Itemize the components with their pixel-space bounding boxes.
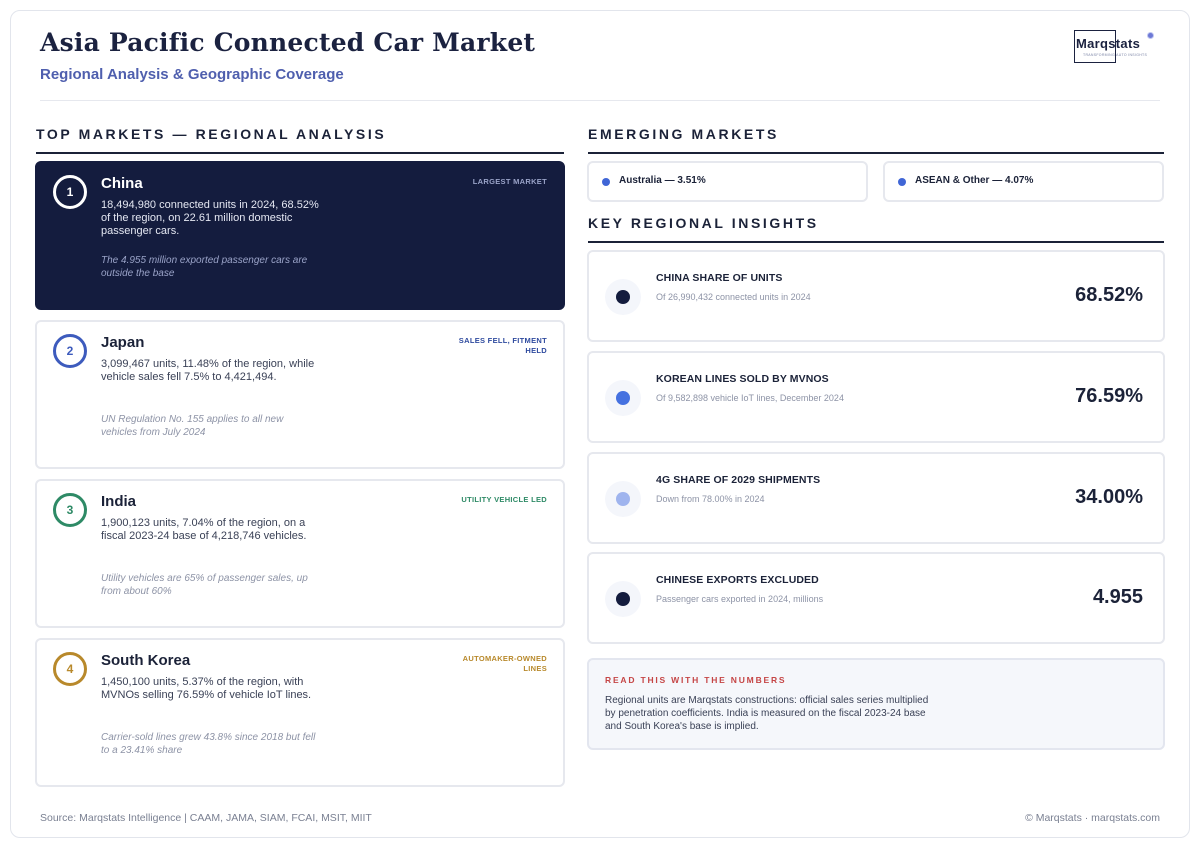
market-description: 1,900,123 units, 7.04% of the region, on… [101, 517, 307, 542]
market-description: 1,450,100 units, 5.37% of the region, wi… [101, 676, 312, 701]
indicator-dot-icon [616, 391, 630, 405]
footer-copyright: © Marqstats · marqstats.com [1025, 812, 1160, 824]
insight-title: CHINA SHARE OF UNITS [656, 272, 783, 284]
market-tag: LARGEST MARKET [472, 177, 547, 186]
insight-card-4g-share: 4G SHARE OF 2029 SHIPMENTS Down from 78.… [587, 452, 1165, 544]
market-name: China [101, 175, 143, 192]
rank-badge: 3 [53, 493, 87, 527]
top-markets-rule [36, 152, 564, 154]
emerging-markets-rule [588, 152, 1164, 154]
market-card-india: 3 India UTILITY VEHICLE LED 1,900,123 un… [35, 479, 565, 628]
callout-title: READ THIS WITH THE NUMBERS [605, 675, 787, 685]
market-description: 3,099,467 units, 11.48% of the region, w… [101, 358, 315, 383]
logo-name: Marqstats [1076, 36, 1141, 51]
market-name: Japan [101, 334, 145, 351]
insight-value: 76.59% [1075, 385, 1143, 407]
rank-badge: 1 [53, 175, 87, 209]
indicator-dot-icon [616, 492, 630, 506]
page-title: Asia Pacific Connected Car Market [40, 28, 536, 57]
insights-rule [588, 241, 1164, 243]
insight-title: KOREAN LINES SOLD BY MVNOS [656, 373, 829, 385]
emerging-label: Australia — 3.51% [619, 175, 706, 186]
brand-logo: Marqstats TRANSFORMING AUTO INSIGHTS [1074, 30, 1164, 64]
header-divider [40, 100, 1160, 101]
market-tag: UTILITY VEHICLE LED [461, 495, 547, 504]
market-name: South Korea [101, 652, 191, 669]
rank-badge: 4 [53, 652, 87, 686]
indicator-dot-icon [616, 592, 630, 606]
top-markets-heading: TOP MARKETS — REGIONAL ANALYSIS [36, 126, 387, 142]
insight-value: 4.955 [1092, 586, 1143, 608]
insight-title: CHINESE EXPORTS EXCLUDED [656, 574, 819, 586]
bullet-dot-icon [898, 178, 906, 186]
callout-text: Regional units are Marqstats constructio… [605, 695, 929, 732]
emerging-card-australia: Australia — 3.51% [587, 161, 868, 202]
market-name: India [101, 493, 137, 510]
insight-card-korean-mvnos: KOREAN LINES SOLD BY MVNOS Of 9,582,898 … [587, 351, 1165, 443]
rank-badge: 2 [53, 334, 87, 368]
insight-subtitle: Down from 78.00% in 2024 [656, 494, 765, 504]
market-card-south-korea: 4 South Korea AUTOMAKER-OWNED LINES 1,45… [35, 638, 565, 787]
emerging-card-asean: ASEAN & Other — 4.07% [883, 161, 1164, 202]
market-tag: AUTOMAKER-OWNED LINES [462, 654, 547, 673]
insight-title: 4G SHARE OF 2029 SHIPMENTS [656, 474, 821, 486]
insight-subtitle: Passenger cars exported in 2024, million… [656, 594, 824, 604]
page-subtitle: Regional Analysis & Geographic Coverage [40, 66, 344, 83]
insight-subtitle: Of 26,990,432 connected units in 2024 [656, 292, 811, 302]
insight-card-chinese-exports: CHINESE EXPORTS EXCLUDED Passenger cars … [587, 552, 1165, 644]
insight-card-china-share: CHINA SHARE OF UNITS Of 26,990,432 conne… [587, 250, 1165, 342]
market-note: Carrier-sold lines grew 43.8% since 2018… [101, 732, 316, 756]
market-note: UN Regulation No. 155 applies to all new… [101, 414, 284, 438]
logo-tagline: TRANSFORMING AUTO INSIGHTS [1083, 53, 1148, 57]
emerging-label: ASEAN & Other — 4.07% [915, 175, 1034, 186]
bullet-dot-icon [602, 178, 610, 186]
market-tag: SALES FELL, FITMENT HELD [458, 336, 547, 355]
market-note: The 4.955 million exported passenger car… [101, 255, 308, 279]
insights-heading: KEY REGIONAL INSIGHTS [588, 215, 819, 231]
read-this-callout: READ THIS WITH THE NUMBERS Regional unit… [587, 658, 1165, 750]
market-description: 18,494,980 connected units in 2024, 68.5… [101, 199, 319, 237]
emerging-markets-heading: EMERGING MARKETS [588, 126, 779, 142]
market-card-japan: 2 Japan SALES FELL, FITMENT HELD 3,099,4… [35, 320, 565, 469]
insight-subtitle: Of 9,582,898 vehicle IoT lines, December… [656, 393, 844, 403]
indicator-dot-icon [616, 290, 630, 304]
insight-value: 68.52% [1075, 284, 1143, 306]
footer-source: Source: Marqstats Intelligence | CAAM, J… [40, 812, 372, 824]
logo-dot-icon [1147, 32, 1154, 39]
market-note: Utility vehicles are 65% of passenger sa… [101, 573, 308, 597]
insight-value: 34.00% [1075, 486, 1143, 508]
market-card-china: 1 China LARGEST MARKET 18,494,980 connec… [35, 161, 565, 310]
